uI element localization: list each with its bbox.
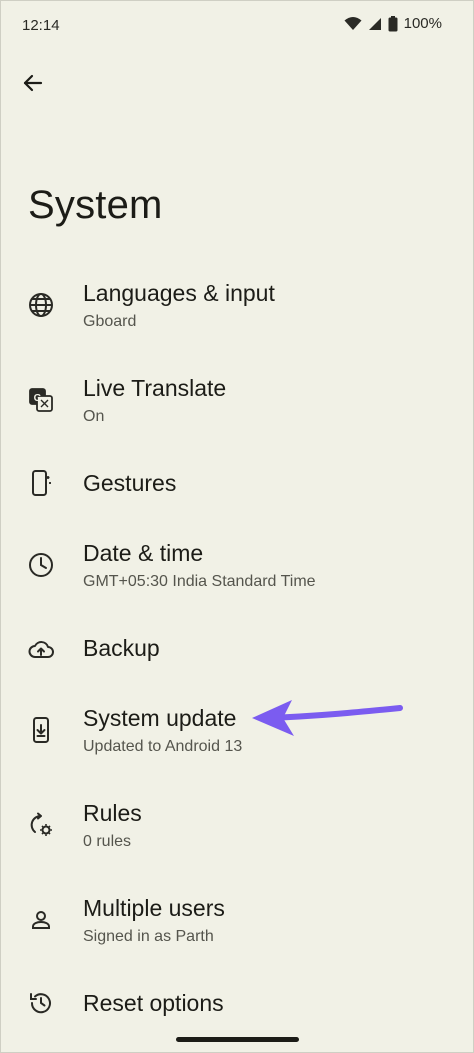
page-title: System: [28, 183, 163, 227]
history-icon: [26, 988, 56, 1018]
gestures-phone-icon: [26, 468, 56, 498]
arrow-back-icon: [22, 72, 44, 99]
settings-item-subtitle: On: [83, 408, 105, 425]
settings-item-rules[interactable]: Rules 0 rules: [0, 790, 474, 870]
svg-text:G: G: [34, 393, 42, 404]
settings-item-title: System update: [83, 705, 237, 731]
settings-item-subtitle: Gboard: [83, 313, 137, 330]
settings-item-languages[interactable]: Languages & input Gboard: [0, 270, 474, 350]
settings-item-reset-options[interactable]: Reset options: [0, 980, 474, 1030]
settings-item-title: Live Translate: [83, 375, 227, 401]
status-bar: 12:14 100%: [0, 0, 474, 52]
battery-icon: [388, 15, 398, 32]
settings-item-live-translate[interactable]: G Live Translate On: [0, 365, 474, 445]
rules-icon: [26, 810, 56, 840]
settings-item-title: Multiple users: [83, 895, 225, 921]
person-icon: [26, 905, 56, 935]
wifi-icon: [344, 16, 362, 31]
settings-item-subtitle: Updated to Android 13: [83, 738, 243, 755]
settings-item-title: Rules: [83, 800, 142, 826]
clock-icon: [26, 550, 56, 580]
settings-item-title: Reset options: [83, 990, 224, 1016]
home-indicator[interactable]: [176, 1037, 299, 1042]
settings-item-subtitle: Signed in as Parth: [83, 928, 214, 945]
back-button[interactable]: [18, 70, 48, 100]
settings-item-backup[interactable]: Backup: [0, 625, 474, 675]
settings-item-title: Gestures: [83, 470, 177, 496]
settings-item-subtitle: 0 rules: [83, 833, 132, 850]
settings-item-title: Date & time: [83, 540, 204, 566]
settings-item-subtitle: GMT+05:30 India Standard Time: [83, 573, 316, 590]
settings-item-title: Backup: [83, 635, 160, 661]
settings-item-date-time[interactable]: Date & time GMT+05:30 India Standard Tim…: [0, 530, 474, 610]
settings-item-multiple-users[interactable]: Multiple users Signed in as Parth: [0, 885, 474, 965]
battery-percent: 100%: [403, 15, 442, 32]
translate-icon: G: [26, 385, 56, 415]
system-update-icon: [26, 715, 56, 745]
cloud-upload-icon: [26, 634, 56, 664]
status-time: 12:14: [22, 17, 60, 34]
settings-item-gestures[interactable]: Gestures: [0, 460, 474, 510]
signal-icon: [368, 17, 382, 31]
globe-icon: [26, 290, 56, 320]
status-icons: 100%: [344, 15, 442, 32]
settings-item-system-update[interactable]: System update Updated to Android 13: [0, 695, 474, 775]
settings-item-title: Languages & input: [83, 280, 275, 306]
